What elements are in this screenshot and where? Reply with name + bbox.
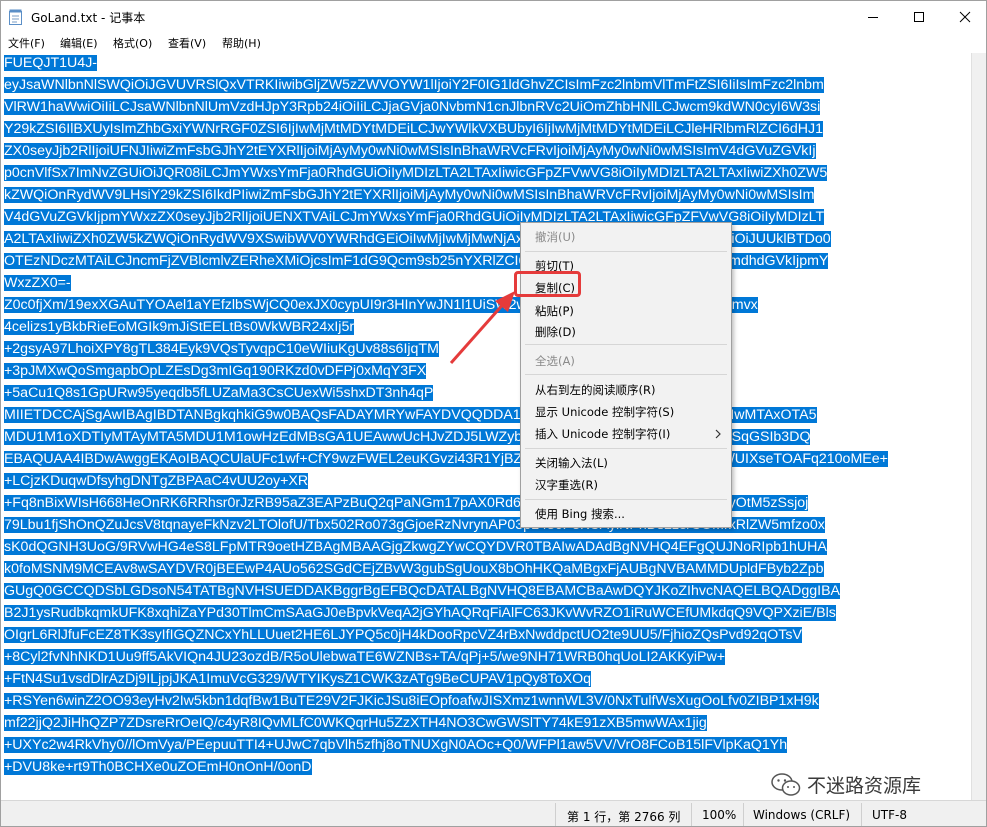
title-bar[interactable]: GoLand.txt - 记事本 <box>1 1 986 33</box>
line-ending: Windows (CRLF) <box>753 808 851 822</box>
text-editor-area[interactable]: FUEQJT1U4J-eyJsaWNlbnNlSWQiOiJGVUVRSlQxV… <box>1 53 971 800</box>
context-menu: 撤消(U) 剪切(T) 复制(C) 粘贴(P) 删除(D) 全选(A) 从右到左… <box>520 222 732 528</box>
selected-text: sK0dQGNH3UoG/9RVwHG4eS8LFpMTR9oetHZBAgMB… <box>4 539 827 555</box>
text-line: mf22jjQ2JiHhQZP7ZDsreRrOeIQ/c4yR8IQvMLfC… <box>4 713 707 733</box>
menu-item-undo[interactable]: 撤消(U) <box>535 229 575 245</box>
selected-text: k0foMSNM9MCEAv8wSAYDVR0jBEEwP4AUo562SGdC… <box>4 561 824 577</box>
text-line: ZX0seyJjb2RlIjoiUFNJIiwiZmFsbGJhY2tEYXRl… <box>4 141 816 161</box>
text-line: k0foMSNM9MCEAv8wSAYDVR0jBEEwP4AUo562SGdC… <box>4 559 824 579</box>
menu-item-show-unicode[interactable]: 显示 Unicode 控制字符(S) <box>535 404 674 420</box>
menu-item-rtl-reading[interactable]: 从右到左的阅读顺序(R) <box>535 382 655 398</box>
text-line: FUEQJT1U4J- <box>4 53 98 73</box>
menu-item-close-ime[interactable]: 关闭输入法(L) <box>535 455 608 471</box>
text-line: EBAQUAA4IBDwAwggEKAoIBAQCUlaUFc1wf+CfY9w… <box>4 449 888 469</box>
window-title: GoLand.txt - 记事本 <box>31 11 146 25</box>
selected-text: +3pJMXwQoSmgapbOpLZEsDg3mIGq190RKzd0vDFP… <box>4 363 427 379</box>
text-line: +RSYen6winZ2OO93eyHv2Iw5kbn1dqfBw1BuTE29… <box>4 691 819 711</box>
selected-text: +FtN4Su1vsdDlrAzDj9ILjpjJKA1ImuVcG329/WT… <box>4 671 592 687</box>
text-line: WxzZX0=- <box>4 273 71 293</box>
selected-text: ZX0seyJjb2RlIjoiUFNJIiwiZmFsbGJhY2tEYXRl… <box>4 143 816 159</box>
text-line: Y29kZSI6IlBXUyIsImZhbGxiYWNrRGF0ZSI6IjIw… <box>4 119 824 139</box>
status-separator <box>691 803 692 826</box>
text-line: p0cnVlfSx7ImNvZGUiOiJQR08iLCJmYWxsYmFja0… <box>4 163 828 183</box>
minimize-icon <box>868 17 878 18</box>
wechat-icon <box>771 772 801 796</box>
submenu-arrow-icon <box>715 429 721 439</box>
selected-text: OIgrL6RlJfuFcEZ8TK3syIfIGQZNCxYhLLUuet2H… <box>4 627 802 643</box>
text-line: kZWQiOnRydWV9LHsiY29kZSI6IkdPIiwiZmFsbGJ… <box>4 185 815 205</box>
menu-view[interactable]: 查看(V) <box>168 35 206 51</box>
menu-separator <box>525 499 727 500</box>
menu-item-select-all[interactable]: 全选(A) <box>535 353 575 369</box>
menu-item-paste[interactable]: 粘贴(P) <box>535 303 574 319</box>
menu-separator <box>525 448 727 449</box>
selected-text: EBAQUAA4IBDwAwggEKAoIBAQCUlaUFc1wf+CfY9w… <box>4 451 888 467</box>
selected-text: mf22jjQ2JiHhQZP7ZDsreRrOeIQ/c4yR8IQvMLfC… <box>4 715 707 731</box>
maximize-button[interactable] <box>896 1 942 33</box>
menu-format[interactable]: 格式(O) <box>113 35 152 51</box>
menu-bar: 文件(F) 编辑(E) 格式(O) 查看(V) 帮助(H) <box>1 33 986 53</box>
selected-text: kZWQiOnRydWV9LHsiY29kZSI6IkdPIiwiZmFsbGJ… <box>4 187 815 203</box>
maximize-icon <box>914 12 924 22</box>
status-separator <box>743 803 744 826</box>
selected-text: +8Cyl2fvNhNKD1Uu9ff5AkVIQn4JU23ozdB/R5oU… <box>4 649 725 665</box>
menu-item-delete[interactable]: 删除(D) <box>535 324 576 340</box>
text-line: +DVU8ke+rt9Th0BCHXe0uZOEmH0nOnH/0onD <box>4 757 312 777</box>
selected-text: GUgQ0GCCQDSbLGDsoN54TATBgNVHSUEDDAKBggrB… <box>4 583 841 599</box>
selected-text: +RSYen6winZ2OO93eyHv2Iw5kbn1dqfBw1BuTE29… <box>4 693 819 709</box>
text-line: +5aCu1Q8s1GpURw95yeqdb5fLUZaMa3CsCUexWi5… <box>4 383 434 403</box>
selected-text: +DVU8ke+rt9Th0BCHXe0uZOEmH0nOnH/0onD <box>4 759 312 775</box>
text-line: +FtN4Su1vsdDlrAzDj9ILjpjJKA1ImuVcG329/WT… <box>4 669 592 689</box>
text-line: +LCjzKDuqwDfsyhgDNTgZBPAaC4vUU2oy+XR <box>4 471 309 491</box>
selected-text: 4celizs1yBkbRieEoMGIk9mJiStEELtBs0WkWBR2… <box>4 319 355 335</box>
menu-separator <box>525 344 727 345</box>
cursor-position: 第 1 行，第 2766 列 <box>567 810 681 824</box>
selected-text: +2gsyA97LhoiXPY8gTL384Eyk9VQsTyvqpC10eWI… <box>4 341 439 357</box>
notepad-window: GoLand.txt - 记事本 文件(F) 编辑(E) 格式(O) 查看(V)… <box>0 0 987 827</box>
text-line: B2J1ysRudbkqmkUFK8xqhiZaYPd30TlmCmSAaGJ0… <box>4 603 836 623</box>
text-line: sK0dQGNH3UoG/9RVwHG4eS8LFpMTR9oetHZBAgMB… <box>4 537 827 557</box>
selected-text: FUEQJT1U4J- <box>4 55 98 71</box>
menu-separator <box>525 374 727 375</box>
encoding: UTF-8 <box>872 808 907 822</box>
selected-text: +5aCu1Q8s1GpURw95yeqdb5fLUZaMa3CsCUexWi5… <box>4 385 434 401</box>
text-line: OIgrL6RlJfuFcEZ8TK3syIfIGQZNCxYhLLUuet2H… <box>4 625 802 645</box>
selected-text: Y29kZSI6IlBXUyIsImZhbGxiYWNrRGF0ZSI6IjIw… <box>4 121 824 137</box>
text-line: +8Cyl2fvNhNKD1Uu9ff5AkVIQn4JU23ozdB/R5oU… <box>4 647 725 667</box>
text-line: VlRW1haWwiOiIiLCJsaWNlbnNlUmVzdHJpY3Rpb2… <box>4 97 821 117</box>
close-button[interactable] <box>942 1 986 33</box>
vertical-scrollbar[interactable] <box>971 53 986 800</box>
selected-text: WxzZX0=- <box>4 275 71 291</box>
menu-separator <box>525 251 727 252</box>
status-bar: 第 1 行，第 2766 列 100% Windows (CRLF) UTF-8 <box>1 800 986 826</box>
text-line: +2gsyA97LhoiXPY8gTL384Eyk9VQsTyvqpC10eWI… <box>4 339 439 359</box>
text-line: GUgQ0GCCQDSbLGDsoN54TATBgNVHSUEDDAKBggrB… <box>4 581 841 601</box>
selected-text: p0cnVlfSx7ImNvZGUiOiJQR08iLCJmYWxsYmFja0… <box>4 165 828 181</box>
menu-item-insert-unicode[interactable]: 插入 Unicode 控制字符(I) <box>535 426 670 442</box>
text-line: 4celizs1yBkbRieEoMGIk9mJiStEELtBs0WkWBR2… <box>4 317 355 337</box>
text-line: +3pJMXwQoSmgapbOpLZEsDg3mIGq190RKzd0vDFP… <box>4 361 427 381</box>
zoom-level: 100% <box>702 808 737 822</box>
selected-text: VlRW1haWwiOiIiLCJsaWNlbnNlUmVzdHJpY3Rpb2… <box>4 99 821 115</box>
copy-highlight-box <box>514 271 581 297</box>
selected-text: +LCjzKDuqwDfsyhgDNTgZBPAaC4vUU2oy+XR <box>4 473 309 489</box>
watermark-text: 不迷路资源库 <box>807 775 922 797</box>
status-separator <box>555 803 556 826</box>
minimize-button[interactable] <box>850 1 896 33</box>
close-icon <box>959 11 971 23</box>
menu-help[interactable]: 帮助(H) <box>222 35 261 51</box>
status-separator <box>861 803 862 826</box>
selected-text: B2J1ysRudbkqmkUFK8xqhiZaYPd30TlmCmSAaGJ0… <box>4 605 836 621</box>
menu-file[interactable]: 文件(F) <box>8 35 45 51</box>
menu-item-bing-search[interactable]: 使用 Bing 搜索... <box>535 506 625 522</box>
notepad-icon <box>8 9 23 25</box>
text-line: eyJsaWNlbnNlSWQiOiJGVUVRSlQxVTRKIiwibGlj… <box>4 75 824 95</box>
menu-edit[interactable]: 编辑(E) <box>60 35 98 51</box>
watermark: 不迷路资源库 <box>771 771 921 798</box>
text-line: +UXYc2w4RkVhy0//lOmVya/PEepuuTTI4+UJwC7q… <box>4 735 788 755</box>
selected-text: eyJsaWNlbnNlSWQiOiJGVUVRSlQxVTRKIiwibGlj… <box>4 77 824 93</box>
selected-text: +UXYc2w4RkVhy0//lOmVya/PEepuuTTI4+UJwC7q… <box>4 737 788 753</box>
menu-item-reconvert[interactable]: 汉字重选(R) <box>535 477 598 493</box>
